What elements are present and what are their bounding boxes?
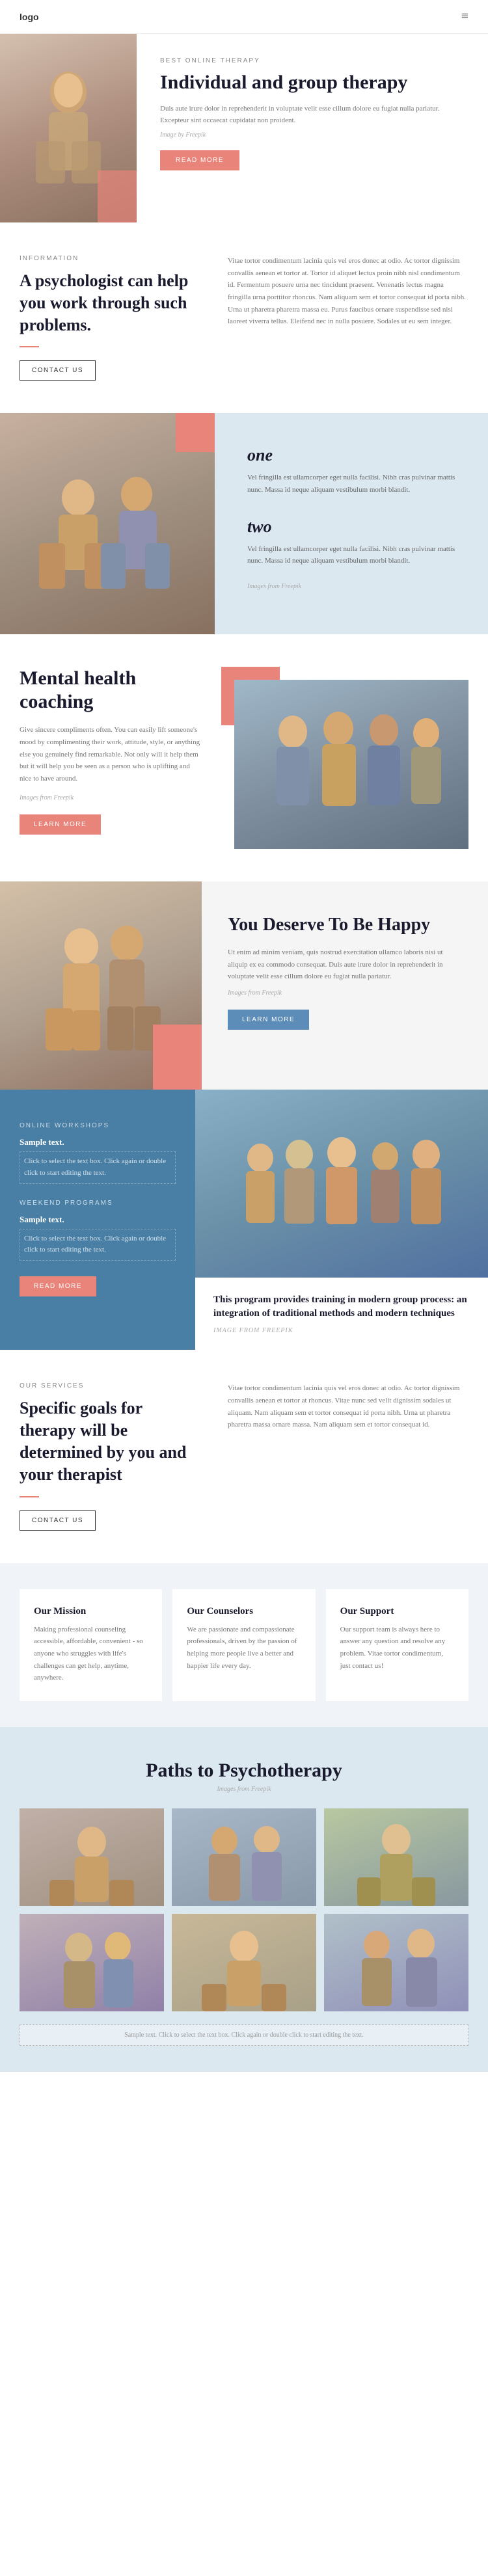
- goals-section: OUR SERVICES Specific goals for therapy …: [0, 1350, 488, 1563]
- hero-section: BEST ONLINE THERAPY Individual and group…: [0, 34, 488, 222]
- path-item-4: [20, 1914, 164, 2011]
- hero-text: Duis aute irure dolor in reprehenderit i…: [160, 103, 465, 126]
- mental-text: Give sincere compliments often. You can …: [20, 724, 202, 785]
- online-text[interactable]: Click to select the text box. Click agai…: [20, 1151, 176, 1183]
- two-label: two: [247, 517, 455, 537]
- program-credit: IMAGE FROM FREEPIK: [213, 1327, 470, 1334]
- happy-text: Ut enim ad minim veniam, quis nostrud ex…: [228, 946, 462, 983]
- psych-right: Vitae tortor condimentum lacinia quis ve…: [228, 255, 468, 381]
- paths-section: Paths to Psychotherapy Images from Freep…: [0, 1727, 488, 2072]
- hero-tag: BEST ONLINE THERAPY: [160, 57, 465, 64]
- workshops-section: ONLINE WORKSHOPS Sample text. Click to s…: [0, 1090, 488, 1350]
- hero-image-credit: Image by Freepik: [160, 131, 465, 139]
- hero-content: BEST ONLINE THERAPY Individual and group…: [137, 34, 488, 222]
- divider-red: [20, 346, 39, 347]
- paths-title: Paths to Psychotherapy: [20, 1760, 468, 1782]
- workshops-left: ONLINE WORKSHOPS Sample text. Click to s…: [0, 1090, 195, 1350]
- contact-us-button-goals[interactable]: CONTACT US: [20, 1510, 96, 1531]
- mental-right: [221, 667, 468, 849]
- workshops-read-more-button[interactable]: READ MORE: [20, 1276, 96, 1296]
- goals-right: Vitae tortor condimentum lacinia quis ve…: [228, 1382, 468, 1530]
- psych-section: INFORMATION A psychologist can help you …: [0, 222, 488, 413]
- workshops-img-svg: [228, 1119, 455, 1249]
- happy-image-wrap: [0, 881, 202, 1090]
- onetwo-credit: Images from Freepik: [247, 583, 455, 590]
- program-title: This program provides training in modern…: [213, 1293, 470, 1321]
- two-text: Vel fringilla est ullamcorper eget nulla…: [247, 543, 455, 567]
- hamburger-icon[interactable]: ≡: [461, 9, 468, 24]
- mental-credit: Images from Freepik: [20, 794, 202, 801]
- paths-editable[interactable]: Sample text. Click to select the text bo…: [20, 2024, 468, 2046]
- onetwo-section: one Vel fringilla est ullamcorper eget n…: [0, 413, 488, 634]
- navigation: logo ≡: [0, 0, 488, 34]
- mental-left: Mental health coaching Give sincere comp…: [20, 667, 202, 849]
- online-title: Sample text.: [20, 1137, 176, 1147]
- path-item-5: [172, 1914, 316, 2011]
- online-workshops-tag: ONLINE WORKSHOPS: [20, 1122, 176, 1129]
- mission-title: Our Mission: [34, 1606, 148, 1617]
- happy-content: You Deserve To Be Happy Ut enim ad minim…: [202, 881, 488, 1090]
- path-item-6: [324, 1914, 468, 2011]
- onetwo-content: one Vel fringilla est ullamcorper eget n…: [215, 413, 488, 634]
- counselors-title: Our Counselors: [187, 1606, 301, 1617]
- read-more-button[interactable]: READ MORE: [160, 150, 239, 170]
- psych-text: Vitae tortor condimentum lacinia quis ve…: [228, 255, 468, 328]
- mission-text: Making professional counseling accessibl…: [34, 1624, 148, 1684]
- happy-title: You Deserve To Be Happy: [228, 914, 462, 936]
- psych-title: A psychologist can help you work through…: [20, 270, 202, 336]
- cards-section: Our Mission Making professional counseli…: [0, 1563, 488, 1727]
- logo: logo: [20, 12, 39, 22]
- workshops-right: This program provides training in modern…: [195, 1090, 488, 1350]
- paths-credit: Images from Freepik: [20, 1786, 468, 1793]
- happy-learn-more-button[interactable]: LEARN MORE: [228, 1010, 309, 1030]
- workshops-image: [195, 1090, 488, 1278]
- mental-img-svg: [254, 686, 449, 842]
- hero-person-svg: [29, 63, 107, 193]
- happy-section: You Deserve To Be Happy Ut enim ad minim…: [0, 881, 488, 1090]
- happy-person-svg: [36, 901, 166, 1070]
- hero-image: [0, 34, 137, 222]
- one-label: one: [247, 446, 455, 465]
- mental-image: [234, 680, 468, 849]
- mental-section: Mental health coaching Give sincere comp…: [0, 634, 488, 881]
- program-box: This program provides training in modern…: [195, 1278, 488, 1350]
- psych-tag: INFORMATION: [20, 255, 202, 262]
- weekend-programs-tag: WEEKEND PROGRAMS: [20, 1200, 176, 1207]
- goals-text: Vitae tortor condimentum lacinia quis ve…: [228, 1382, 468, 1431]
- goals-title: Specific goals for therapy will be deter…: [20, 1397, 202, 1485]
- paths-grid: [20, 1808, 468, 2011]
- path-item-3: [324, 1808, 468, 1906]
- onetwo-person-svg: [23, 446, 192, 621]
- weekend-text[interactable]: Click to select the text box. Click agai…: [20, 1229, 176, 1261]
- counselors-text: We are passionate and compassionate prof…: [187, 1624, 301, 1672]
- psych-left: INFORMATION A psychologist can help you …: [20, 255, 202, 381]
- contact-us-button-psych[interactable]: CONTACT US: [20, 360, 96, 381]
- support-title: Our Support: [340, 1606, 454, 1617]
- goals-tag: OUR SERVICES: [20, 1382, 202, 1389]
- goals-divider: [20, 1496, 39, 1497]
- one-text: Vel fringilla est ullamcorper eget nulla…: [247, 472, 455, 496]
- mental-title: Mental health coaching: [20, 667, 202, 714]
- hero-title: Individual and group therapy: [160, 71, 465, 94]
- onetwo-image: [0, 413, 215, 634]
- mission-card: Our Mission Making professional counseli…: [20, 1589, 162, 1701]
- counselors-card: Our Counselors We are passionate and com…: [172, 1589, 315, 1701]
- support-card: Our Support Our support team is always h…: [326, 1589, 468, 1701]
- support-text: Our support team is always here to answe…: [340, 1624, 454, 1672]
- happy-accent: [153, 1025, 202, 1090]
- path-item-1: [20, 1808, 164, 1906]
- happy-credit: Images from Freepik: [228, 989, 462, 997]
- weekend-title: Sample text.: [20, 1214, 176, 1225]
- goals-left: OUR SERVICES Specific goals for therapy …: [20, 1382, 202, 1530]
- path-item-2: [172, 1808, 316, 1906]
- mental-learn-more-button[interactable]: LEARN MORE: [20, 814, 101, 835]
